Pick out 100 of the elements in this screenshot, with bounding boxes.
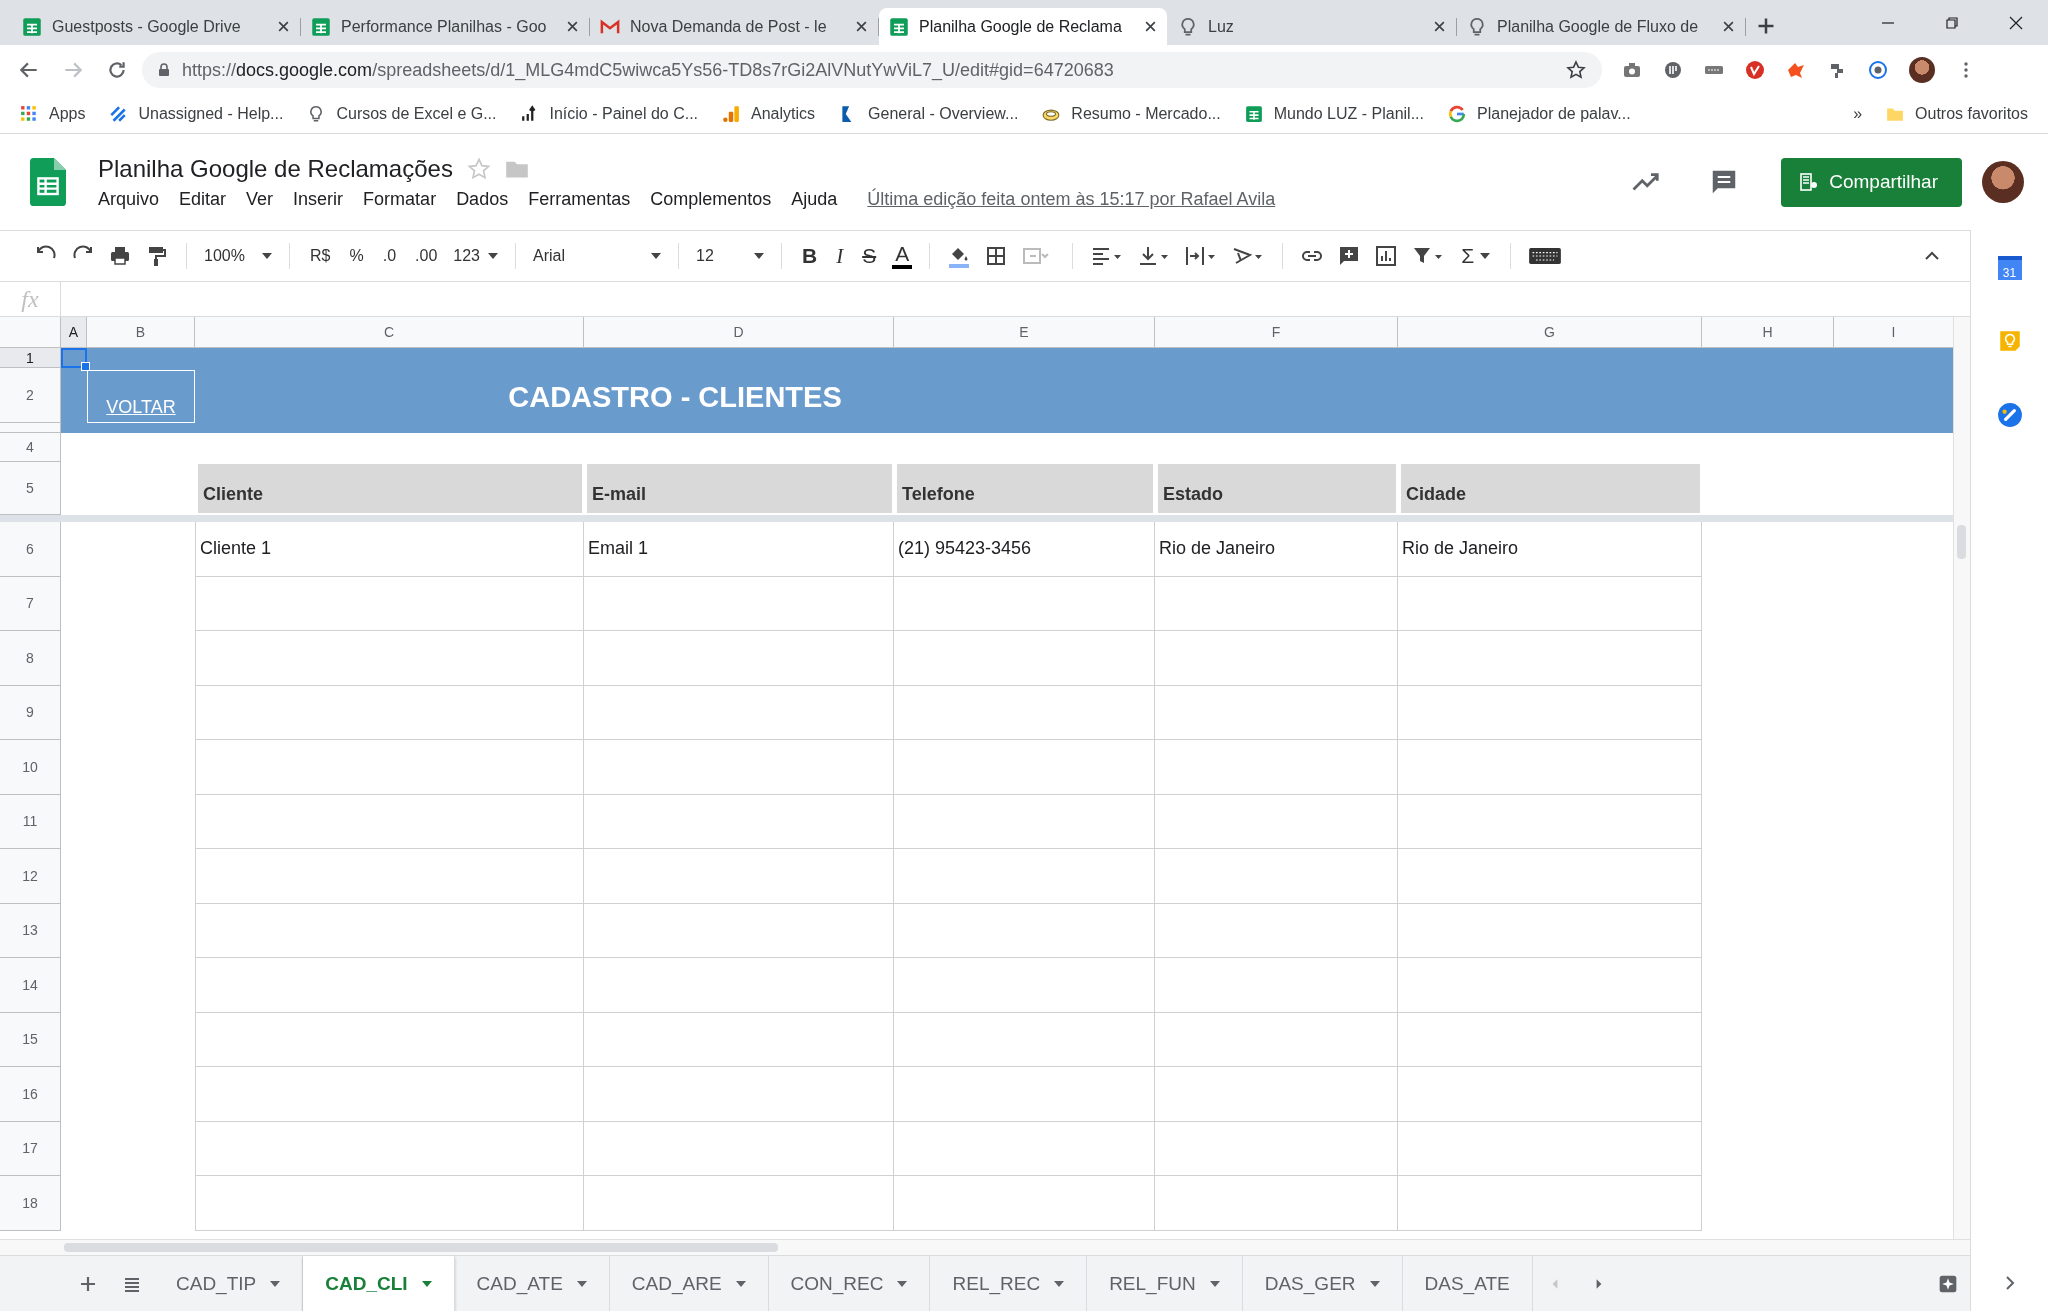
column-header[interactable]: A	[61, 317, 87, 348]
reload-icon[interactable]	[106, 59, 128, 81]
extension-icon[interactable]	[1745, 60, 1765, 80]
font-size-dropdown[interactable]: 12	[696, 247, 764, 265]
row-header[interactable]: 15	[0, 1012, 61, 1067]
sheet-tab[interactable]: CAD_ATE	[454, 1256, 610, 1311]
row-header[interactable]: 7	[0, 576, 61, 631]
row-header[interactable]: 13	[0, 903, 61, 958]
bookmark[interactable]: Apps	[20, 105, 86, 123]
bookmarks-overflow[interactable]: »	[1853, 105, 1863, 123]
star-icon[interactable]	[1566, 60, 1586, 80]
last-edit-link[interactable]: Última edição feita ontem às 15:17 por Rafael Avila	[867, 188, 1276, 210]
row-header[interactable]: 6	[0, 522, 61, 577]
bookmark[interactable]: Planejador de palav...	[1448, 105, 1631, 123]
browser-tab[interactable]: Luz	[1168, 8, 1456, 45]
row-header[interactable]: 2	[0, 368, 61, 423]
sheet-tab[interactable]: REL_FUN	[1087, 1256, 1243, 1311]
sheet-tab[interactable]: DAS_ATE	[1402, 1256, 1533, 1311]
bookmark[interactable]: General - Overview...	[839, 105, 1019, 123]
column-header[interactable]: I	[1834, 317, 1953, 348]
avatar[interactable]	[1982, 161, 2024, 203]
extension-icon[interactable]	[1663, 60, 1683, 80]
print-icon[interactable]	[108, 244, 132, 268]
close-icon[interactable]	[2008, 15, 2024, 31]
menu-item[interactable]: Editar	[179, 188, 227, 210]
row-header[interactable]: 4	[0, 433, 61, 462]
font-dropdown[interactable]: Arial	[533, 247, 661, 265]
tasks-icon[interactable]	[1996, 402, 2023, 428]
bookmark[interactable]: Mundo LUZ - Planil...	[1244, 105, 1424, 123]
sheet-tab[interactable]: CAD_CLI	[303, 1256, 455, 1311]
column-header[interactable]: B	[87, 317, 195, 348]
browser-tab[interactable]: Nova Demanda de Post - le	[590, 8, 878, 45]
sheet-tab[interactable]: REL_REC	[930, 1256, 1088, 1311]
column-header[interactable]: C	[195, 317, 584, 348]
menu-item[interactable]: Dados	[456, 188, 509, 210]
bookmark-folder[interactable]: Outros favoritos	[1886, 105, 2028, 123]
more-formats-dropdown[interactable]: 123	[453, 247, 498, 265]
scrollbar-thumb[interactable]	[1957, 525, 1966, 559]
document-title[interactable]: Planilha Google de Reclamações	[98, 154, 453, 183]
share-button[interactable]: Compartilhar	[1781, 157, 1962, 207]
decrease-decimals-button[interactable]: .0	[379, 247, 400, 265]
scrollbar-thumb[interactable]	[64, 1243, 778, 1252]
close-icon[interactable]	[855, 20, 868, 33]
sheet-tab[interactable]: CAD_ARE	[609, 1256, 769, 1311]
star-icon[interactable]	[466, 156, 491, 181]
italic-button[interactable]: I	[833, 243, 847, 269]
close-icon[interactable]	[566, 20, 579, 33]
bookmark[interactable]: Início - Painel do C...	[520, 105, 698, 123]
browser-tab[interactable]: Guestposts - Google Drive	[12, 8, 300, 45]
column-header[interactable]: E	[894, 317, 1155, 348]
row-header[interactable]: 17	[0, 1121, 61, 1176]
row-header[interactable]: 11	[0, 794, 61, 849]
camera-icon[interactable]	[1622, 60, 1642, 80]
menu-item[interactable]: Ajuda	[791, 188, 838, 210]
row-header[interactable]: 5	[0, 462, 61, 515]
menu-item[interactable]: Complementos	[650, 188, 772, 210]
new-tab-icon[interactable]	[1756, 16, 1776, 36]
zoom-dropdown[interactable]: 100%	[204, 247, 272, 265]
text-color-button[interactable]: A	[892, 243, 913, 269]
menu-item[interactable]: Arquivo	[98, 188, 160, 210]
menu-item[interactable]: Inserir	[293, 188, 344, 210]
increase-decimals-button[interactable]: .00	[412, 247, 441, 265]
row-header[interactable]: 18	[0, 1176, 61, 1231]
bookmark[interactable]: Unassigned - Help...	[109, 105, 284, 123]
browser-tab[interactable]: Planilha Google de Reclama	[879, 8, 1167, 45]
row-header[interactable]: 9	[0, 685, 61, 740]
browser-tab[interactable]: Performance Planilhas - Goo	[301, 8, 589, 45]
row-header[interactable]: 1	[0, 348, 61, 368]
avatar[interactable]	[1909, 57, 1935, 83]
explore-icon[interactable]	[1938, 1273, 1958, 1294]
close-icon[interactable]	[1433, 20, 1446, 33]
bookmark[interactable]: Resumo - Mercado...	[1042, 105, 1221, 123]
currency-format-button[interactable]: R$	[307, 247, 334, 265]
percent-format-button[interactable]: %	[346, 247, 367, 265]
spreadsheet-logo[interactable]	[30, 158, 66, 206]
row-header[interactable]: 10	[0, 740, 61, 795]
browser-tab[interactable]: Planilha Google de Fluxo de	[1457, 8, 1745, 45]
restore-icon[interactable]	[1944, 15, 1960, 31]
sheet-tab[interactable]: CON_REC	[768, 1256, 931, 1311]
close-icon[interactable]	[277, 20, 290, 33]
chart-icon[interactable]	[1374, 244, 1399, 268]
menu-item[interactable]: Ferramentas	[528, 188, 631, 210]
bookmark[interactable]: Analytics	[722, 105, 816, 123]
row-header[interactable]: 16	[0, 1067, 61, 1122]
extension-icon[interactable]	[1868, 60, 1888, 80]
column-header[interactable]: F	[1155, 317, 1398, 348]
menu-item[interactable]: Ver	[246, 188, 274, 210]
row-header[interactable]: 8	[0, 631, 61, 686]
bold-button[interactable]: B	[799, 244, 821, 268]
column-header[interactable]: G	[1398, 317, 1702, 348]
row-header[interactable]: 12	[0, 849, 61, 904]
close-icon[interactable]	[1722, 20, 1735, 33]
menu-item[interactable]: Formatar	[363, 188, 437, 210]
row-header[interactable]: 14	[0, 958, 61, 1013]
functions-button[interactable]: Σ	[1458, 244, 1494, 268]
sheet-tab[interactable]: DAS_GER	[1242, 1256, 1403, 1311]
address-field[interactable]: https://docs.google.com/spreadsheets/d/1_MLG4mdC5wiwca5Ys56-TD8s7rGi2AlVNutYwViL7_U/edit#gid=64720683	[142, 52, 1602, 88]
column-header[interactable]: H	[1702, 317, 1834, 348]
bookmark[interactable]: Cursos de Excel e G...	[307, 105, 497, 123]
close-icon[interactable]	[1144, 20, 1157, 33]
